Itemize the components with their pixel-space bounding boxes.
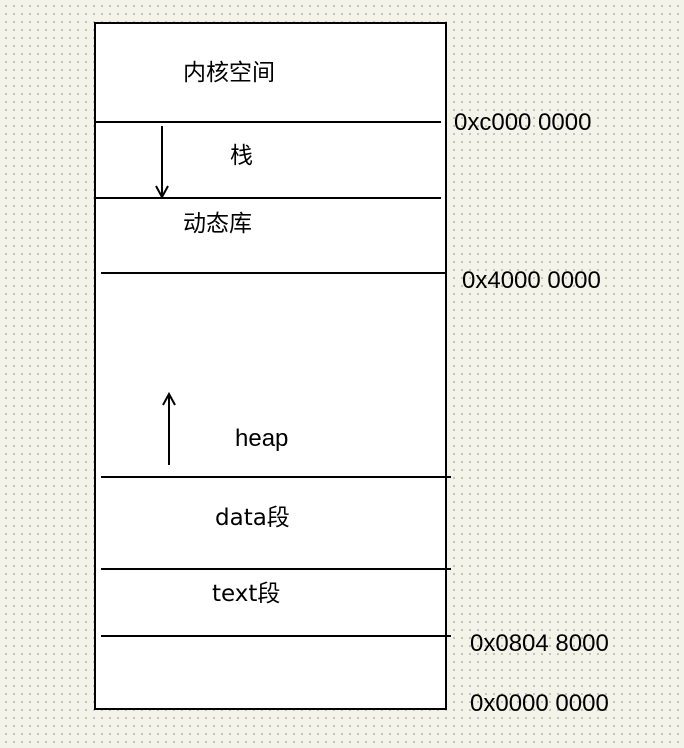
data-segment-label: data段 — [215, 505, 290, 531]
heap-growth-up-arrow-icon — [162, 391, 176, 465]
libs-heap-divider — [101, 272, 447, 274]
kernel-stack-divider — [94, 121, 441, 123]
data-text-divider — [101, 568, 451, 570]
stack-libs-divider — [94, 197, 441, 199]
memory-layout-diagram: 内核空间 栈 动态库 heap data段 text段 0xc000 0000 … — [0, 0, 684, 748]
heap-data-divider — [101, 476, 451, 478]
kernel-space-label: 内核空间 — [183, 60, 275, 86]
address-mmap-base: 0x4000 0000 — [462, 267, 601, 294]
shared-libs-label: 动态库 — [183, 211, 252, 237]
stack-growth-down-arrow-icon — [155, 126, 169, 200]
text-bottom-divider — [101, 635, 451, 637]
address-zero: 0x0000 0000 — [470, 690, 609, 717]
address-text-start: 0x0804 8000 — [470, 630, 609, 657]
heap-label: heap — [235, 425, 289, 452]
text-segment-label: text段 — [212, 581, 281, 607]
address-kernel-start: 0xc000 0000 — [454, 109, 592, 136]
stack-label: 栈 — [230, 143, 253, 169]
